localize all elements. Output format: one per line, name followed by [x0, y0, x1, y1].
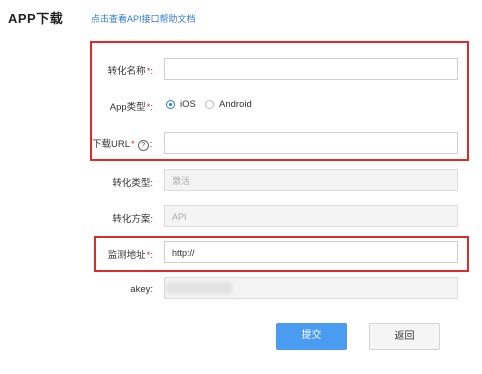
ios-option-label: iOS: [180, 99, 196, 110]
page-title: APP下载: [8, 11, 64, 26]
monitor-url-label: 监测地址*:: [107, 250, 153, 261]
app-type-radio-android[interactable]: Android: [205, 99, 252, 110]
conversion-plan-label: 转化方案:: [112, 214, 153, 225]
download-url-input[interactable]: [164, 132, 458, 154]
submit-button[interactable]: 提交: [276, 323, 347, 350]
conversion-type-label: 转化类型:: [112, 178, 153, 189]
radio-unchecked-icon[interactable]: [205, 100, 214, 109]
android-option-label: Android: [219, 99, 252, 110]
back-button[interactable]: 返回: [369, 323, 440, 350]
conversion-name-label: 转化名称*:: [107, 66, 153, 77]
api-help-link[interactable]: 点击查看API接口帮助文档: [91, 12, 196, 25]
conversion-plan-field: API: [164, 205, 458, 227]
monitor-url-input[interactable]: http://: [164, 241, 458, 263]
question-circle-icon[interactable]: ?: [137, 140, 149, 151]
app-type-label: App类型*:: [109, 102, 153, 113]
akey-redacted-value: [166, 282, 232, 294]
conversion-type-field: 激活: [164, 169, 458, 191]
radio-checked-icon[interactable]: [166, 100, 175, 109]
akey-label: akey:: [130, 284, 153, 295]
conversion-name-input[interactable]: [164, 58, 458, 80]
download-url-label: 下载URL*?:: [92, 139, 153, 151]
app-type-radio-ios[interactable]: iOS: [166, 99, 196, 110]
